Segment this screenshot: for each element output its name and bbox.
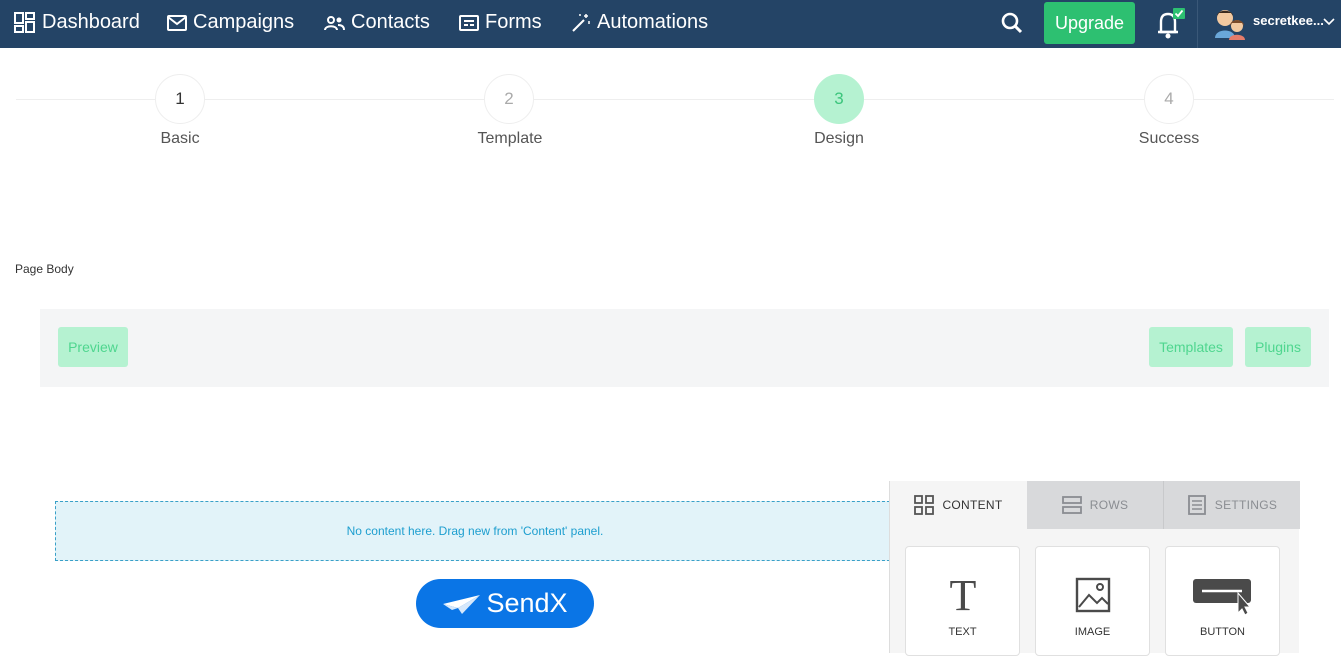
tab-rows-label: ROWS: [1089, 498, 1129, 512]
user-name[interactable]: secretkee...: [1253, 13, 1324, 28]
step-4-number: 4: [1164, 89, 1174, 108]
nav-automations[interactable]: Automations: [571, 0, 708, 45]
nav-automations-label: Automations: [597, 11, 709, 33]
people-icon: [324, 15, 345, 30]
tab-content-label: CONTENT: [942, 498, 1003, 512]
nav-divider: [1197, 0, 1198, 48]
step-2-label: Template: [477, 130, 543, 147]
chevron-down-icon[interactable]: [1323, 17, 1335, 27]
search-icon[interactable]: [1000, 11, 1024, 35]
text-block-label: TEXT: [948, 626, 977, 638]
templates-button-label: Templates: [1159, 339, 1223, 355]
nav-forms[interactable]: Forms: [459, 0, 542, 45]
upgrade-button-label: Upgrade: [1054, 12, 1125, 33]
rows-icon: [1061, 496, 1082, 514]
empty-dropzone[interactable]: No content here. Drag new from 'Content'…: [55, 501, 895, 561]
step-2-circle[interactable]: 2: [484, 74, 534, 124]
paper-plane-icon: [443, 594, 481, 614]
nav-contacts[interactable]: Contacts: [324, 0, 430, 45]
plugins-button-label: Plugins: [1255, 339, 1301, 355]
top-navigation-bar: Dashboard Campaigns Contacts Forms Autom…: [0, 0, 1341, 48]
nav-campaigns[interactable]: Campaigns: [167, 0, 294, 45]
nav-contacts-label: Contacts: [351, 11, 430, 33]
button-block-label: BUTTON: [1199, 626, 1246, 638]
step-1-circle[interactable]: 1: [155, 74, 205, 124]
button-block[interactable]: BUTTON: [1165, 546, 1280, 656]
envelope-icon: [167, 14, 187, 31]
preview-button[interactable]: Preview: [58, 327, 128, 367]
tab-content[interactable]: CONTENT: [890, 481, 1027, 529]
nav-forms-label: Forms: [485, 11, 542, 33]
content-panel: CONTENT ROWS SETTINGS T TEXT IMAGE BUTTO…: [889, 481, 1300, 656]
image-icon: [1075, 577, 1110, 613]
text-icon: T: [949, 575, 976, 615]
grid-icon: [914, 495, 935, 515]
templates-button[interactable]: Templates: [1149, 327, 1233, 367]
step-3-number: 3: [834, 89, 844, 108]
sendx-logo-text: SendX: [486, 588, 568, 618]
page-body-label: Page Body: [15, 262, 74, 276]
upgrade-button[interactable]: Upgrade: [1044, 2, 1135, 44]
stepper-line: [16, 99, 1334, 100]
text-block[interactable]: T TEXT: [905, 546, 1020, 656]
form-icon: [459, 14, 479, 31]
step-4-label: Success: [1138, 130, 1200, 147]
button-icon: [1192, 579, 1251, 615]
svg-text:T: T: [949, 575, 976, 615]
notification-bell-icon[interactable]: [1153, 6, 1187, 40]
step-3-circle[interactable]: 3: [814, 74, 864, 124]
image-block-label: IMAGE: [1074, 626, 1111, 638]
sendx-logo: SendX: [416, 579, 594, 628]
dashboard-icon: [14, 11, 35, 33]
nav-dashboard[interactable]: Dashboard: [14, 0, 140, 45]
empty-dropzone-message: No content here. Drag new from 'Content'…: [346, 524, 604, 538]
step-1-label: Basic: [160, 130, 200, 147]
settings-doc-icon: [1187, 495, 1206, 515]
step-3-label: Design: [814, 130, 864, 147]
tab-settings-label: SETTINGS: [1214, 498, 1278, 512]
nav-campaigns-label: Campaigns: [193, 11, 295, 33]
image-block[interactable]: IMAGE: [1035, 546, 1150, 656]
preview-button-label: Preview: [68, 339, 118, 355]
nav-dashboard-label: Dashboard: [42, 11, 140, 33]
step-2-number: 2: [504, 89, 514, 108]
tab-rows[interactable]: ROWS: [1027, 481, 1163, 529]
avatar[interactable]: [1213, 6, 1245, 40]
magic-wand-icon: [572, 13, 590, 32]
tab-settings[interactable]: SETTINGS: [1163, 481, 1300, 529]
step-4-circle[interactable]: 4: [1144, 74, 1194, 124]
plugins-button[interactable]: Plugins: [1245, 327, 1311, 367]
editor-toolbar: Preview Templates Plugins: [40, 309, 1329, 387]
step-1-number: 1: [175, 89, 185, 108]
